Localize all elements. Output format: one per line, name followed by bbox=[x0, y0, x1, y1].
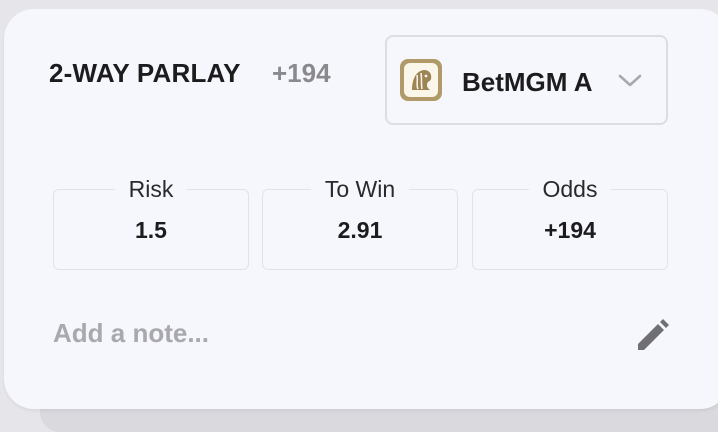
to-win-label: To Win bbox=[310, 176, 410, 202]
bet-title: 2-WAY PARLAY bbox=[49, 58, 241, 88]
to-win-field[interactable]: To Win 2.91 bbox=[262, 176, 458, 270]
odds-field[interactable]: Odds +194 bbox=[472, 176, 668, 270]
pencil-icon[interactable] bbox=[634, 318, 670, 354]
add-note-input[interactable] bbox=[53, 318, 573, 349]
sportsbook-name: BetMGM A bbox=[462, 67, 593, 97]
bet-title-odds: +194 bbox=[272, 58, 331, 88]
risk-value: 1.5 bbox=[135, 217, 167, 243]
sportsbook-dropdown[interactable]: BetMGM A bbox=[385, 35, 668, 125]
risk-field[interactable]: Risk 1.5 bbox=[53, 176, 249, 270]
betmgm-logo-icon bbox=[400, 59, 442, 101]
odds-value: +194 bbox=[544, 217, 596, 243]
odds-label: Odds bbox=[528, 176, 612, 202]
risk-label: Risk bbox=[114, 176, 188, 202]
chevron-down-icon bbox=[618, 74, 642, 87]
to-win-value: 2.91 bbox=[337, 217, 383, 243]
